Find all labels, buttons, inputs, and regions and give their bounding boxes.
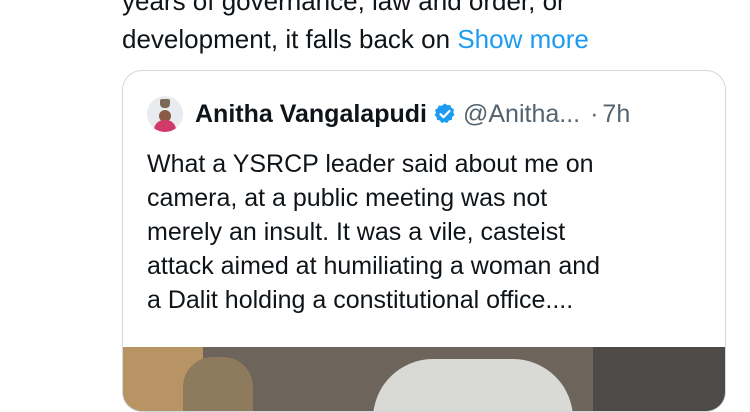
post-timestamp[interactable]: 7h — [602, 100, 630, 129]
quoted-post-text: What a YSRCP leader said about me on cam… — [147, 147, 712, 317]
media-region — [373, 359, 573, 411]
avatar[interactable] — [147, 96, 183, 132]
quoted-author-handle[interactable]: @Anitha... — [463, 100, 580, 129]
quoted-post-media[interactable] — [123, 347, 725, 411]
verified-badge-icon — [433, 102, 457, 126]
post-text-line-2-text: development, it falls back on — [122, 24, 451, 54]
post-text-line-2: development, it falls back on Show more — [122, 20, 722, 58]
media-region — [593, 347, 725, 411]
quoted-text-line: merely an insult. It was a vile, casteis… — [147, 218, 566, 246]
quoted-post-header: Anitha Vangalapudi @Anitha... · 7h — [147, 95, 630, 133]
post-text-line-1: years of governance, law and order, or — [122, 0, 566, 16]
quoted-text-line: attack aimed at humiliating a woman and — [147, 252, 601, 280]
avatar-body-shape — [154, 120, 176, 132]
quoted-text-line: What a YSRCP leader said about me on — [147, 150, 594, 178]
emblem-shape — [160, 99, 170, 108]
media-region — [183, 357, 253, 411]
quoted-text-line: a Dalit holding a constitutional office.… — [147, 286, 574, 314]
separator-dot: · — [590, 99, 599, 128]
show-more-link[interactable]: Show more — [457, 24, 589, 54]
quoted-post-card[interactable]: Anitha Vangalapudi @Anitha... · 7h What … — [122, 70, 726, 412]
post-body: years of governance, law and order, or d… — [122, 0, 722, 58]
quoted-text-line: camera, at a public meeting was not — [147, 184, 548, 212]
quoted-author-name[interactable]: Anitha Vangalapudi — [195, 100, 427, 129]
